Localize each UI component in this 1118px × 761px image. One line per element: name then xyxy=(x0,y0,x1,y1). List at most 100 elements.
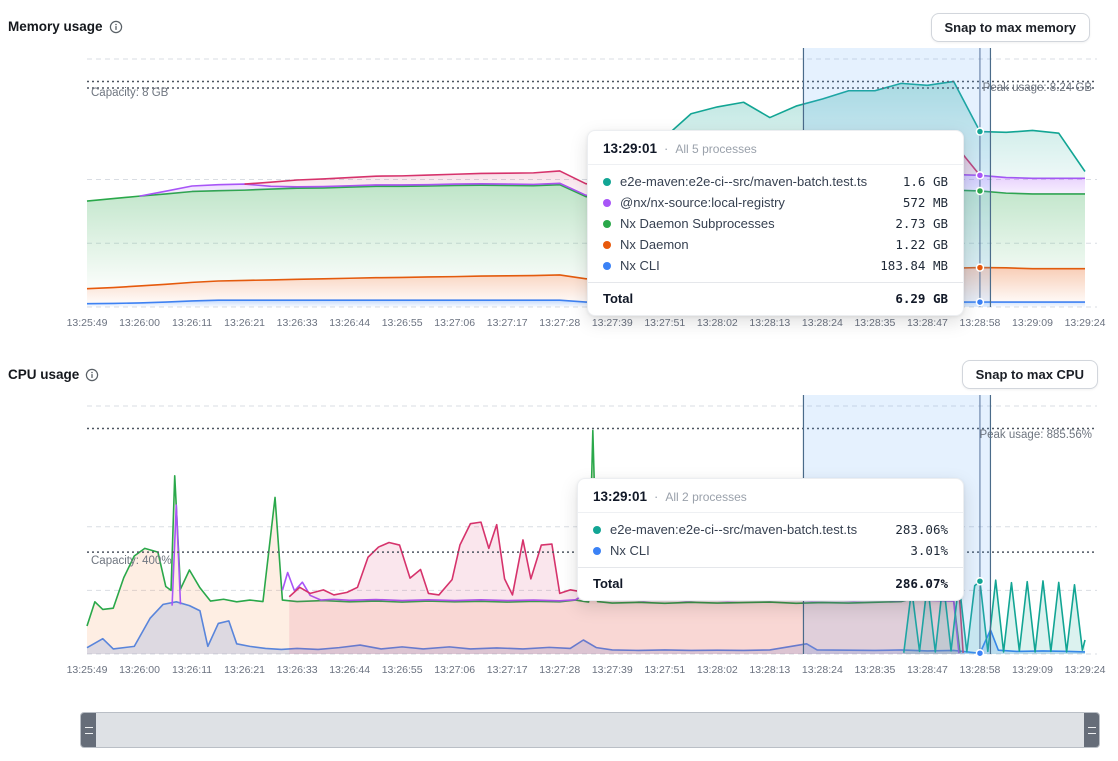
x-tick-label: 13:27:39 xyxy=(592,664,633,676)
cpu-peak-label: Peak usage: 885.56% xyxy=(979,429,1092,441)
tooltip-row: Nx Daemon 1.22 GB xyxy=(588,234,963,255)
x-tick-label: 13:29:24 xyxy=(1065,317,1106,329)
series-name: Nx CLI xyxy=(620,258,871,273)
info-icon[interactable] xyxy=(85,368,99,382)
series-value: 2.73 GB xyxy=(895,216,948,231)
x-tick-label: 13:28:35 xyxy=(854,317,895,329)
cpu-capacity-label: Capacity: 400% xyxy=(91,555,172,567)
tooltip-row: Nx CLI 183.84 MB xyxy=(588,255,963,276)
memory-tooltip-rows: e2e-maven:e2e-ci--src/maven-batch.test.t… xyxy=(588,165,963,278)
snap-to-max-memory-button[interactable]: Snap to max memory xyxy=(931,13,1091,42)
hover-dot xyxy=(976,650,983,657)
x-tick-label: 13:29:09 xyxy=(1012,317,1053,329)
x-tick-label: 13:28:24 xyxy=(802,664,843,676)
series-name: Nx Daemon xyxy=(620,237,886,252)
memory-capacity-label: Capacity: 8 GB xyxy=(91,87,168,99)
cpu-tooltip: 13:29:01 · All 2 processes e2e-maven:e2e… xyxy=(577,478,964,601)
x-tick-label: 13:26:11 xyxy=(172,317,212,329)
tooltip-time: 13:29:01 xyxy=(593,489,647,504)
x-tick-label: 13:27:28 xyxy=(539,664,580,676)
memory-tooltip-header: 13:29:01 · All 5 processes xyxy=(588,131,963,165)
series-color-dot xyxy=(603,262,611,270)
snap-to-max-cpu-button[interactable]: Snap to max CPU xyxy=(962,360,1098,389)
x-tick-label: 13:28:13 xyxy=(749,317,790,329)
x-tick-label: 13:28:47 xyxy=(907,664,948,676)
cpu-tooltip-rows: e2e-maven:e2e-ci--src/maven-batch.test.t… xyxy=(578,513,963,563)
x-tick-label: 13:27:51 xyxy=(644,317,685,329)
series-value: 3.01% xyxy=(910,543,948,558)
charts-canvas xyxy=(0,0,1118,761)
tooltip-total-label: Total xyxy=(603,291,895,306)
x-tick-label: 13:27:17 xyxy=(487,664,528,676)
series-color-dot xyxy=(593,526,601,534)
x-tick-label: 13:28:02 xyxy=(697,664,738,676)
series-name: e2e-maven:e2e-ci--src/maven-batch.test.t… xyxy=(610,522,886,537)
x-tick-label: 13:28:02 xyxy=(697,317,738,329)
series-color-dot xyxy=(603,199,611,207)
series-color-dot xyxy=(603,241,611,249)
x-tick-label: 13:27:39 xyxy=(592,317,633,329)
x-tick-label: 13:28:13 xyxy=(749,664,790,676)
tooltip-total-value: 286.07% xyxy=(895,576,948,591)
x-tick-label: 13:29:24 xyxy=(1065,664,1106,676)
memory-chart-header: Memory usage xyxy=(8,19,123,34)
tooltip-subtitle: All 5 processes xyxy=(675,142,756,156)
x-tick-label: 13:26:11 xyxy=(172,664,212,676)
x-tick-label: 13:27:06 xyxy=(434,664,475,676)
brush-handle-left[interactable] xyxy=(81,713,96,747)
cpu-tooltip-total: Total 286.07% xyxy=(578,567,963,600)
tooltip-separator: · xyxy=(654,489,658,504)
tooltip-subtitle: All 2 processes xyxy=(665,490,746,504)
tooltip-separator: · xyxy=(664,141,668,156)
cpu-chart-header: CPU usage xyxy=(8,367,99,382)
cpu-chart-title: CPU usage xyxy=(8,367,79,382)
x-tick-label: 13:26:00 xyxy=(119,664,160,676)
x-tick-label: 13:26:55 xyxy=(382,664,423,676)
hover-dot xyxy=(976,172,983,179)
x-tick-label: 13:28:24 xyxy=(802,317,843,329)
series-name: Nx CLI xyxy=(610,543,901,558)
x-tick-label: 13:26:55 xyxy=(382,317,423,329)
series-value: 1.22 GB xyxy=(895,237,948,252)
tooltip-row: Nx CLI 3.01% xyxy=(578,540,963,561)
hover-dot xyxy=(976,128,983,135)
time-range-brush xyxy=(80,712,1100,748)
brush-track[interactable] xyxy=(96,713,1084,747)
x-tick-label: 13:27:06 xyxy=(434,317,475,329)
memory-tooltip-total: Total 6.29 GB xyxy=(588,282,963,315)
series-name: @nx/nx-source:local-registry xyxy=(620,195,894,210)
x-tick-label: 13:28:47 xyxy=(907,317,948,329)
series-value: 572 MB xyxy=(903,195,948,210)
tooltip-total-label: Total xyxy=(593,576,895,591)
x-tick-label: 13:26:33 xyxy=(277,317,318,329)
series-value: 1.6 GB xyxy=(903,174,948,189)
series-name: Nx Daemon Subprocesses xyxy=(620,216,886,231)
x-tick-label: 13:26:44 xyxy=(329,317,370,329)
series-value: 183.84 MB xyxy=(880,258,948,273)
x-tick-label: 13:28:58 xyxy=(960,664,1001,676)
x-tick-label: 13:26:21 xyxy=(224,664,265,676)
x-tick-label: 13:26:00 xyxy=(119,317,160,329)
info-icon[interactable] xyxy=(109,20,123,34)
drag-lines-icon xyxy=(85,727,93,734)
tooltip-row: e2e-maven:e2e-ci--src/maven-batch.test.t… xyxy=(588,171,963,192)
x-tick-label: 13:26:33 xyxy=(277,664,318,676)
x-tick-label: 13:29:09 xyxy=(1012,664,1053,676)
memory-peak-label: Peak usage: 8.24 GB xyxy=(983,82,1092,94)
x-tick-label: 13:27:17 xyxy=(487,317,528,329)
memory-chart-title: Memory usage xyxy=(8,19,103,34)
x-tick-label: 13:25:49 xyxy=(67,664,108,676)
series-color-dot xyxy=(603,178,611,186)
process-profiler-page: Memory usage Snap to max memory 9.06 GB4… xyxy=(0,0,1118,761)
drag-lines-icon xyxy=(1088,727,1096,734)
brush-handle-right[interactable] xyxy=(1084,713,1099,747)
series-color-dot xyxy=(603,220,611,228)
x-tick-label: 13:26:21 xyxy=(224,317,265,329)
series-value: 283.06% xyxy=(895,522,948,537)
x-tick-label: 13:27:51 xyxy=(644,664,685,676)
hover-dot xyxy=(976,578,983,585)
tooltip-time: 13:29:01 xyxy=(603,141,657,156)
series-color-dot xyxy=(593,547,601,555)
hover-dot xyxy=(976,187,983,194)
x-tick-label: 13:25:49 xyxy=(67,317,108,329)
